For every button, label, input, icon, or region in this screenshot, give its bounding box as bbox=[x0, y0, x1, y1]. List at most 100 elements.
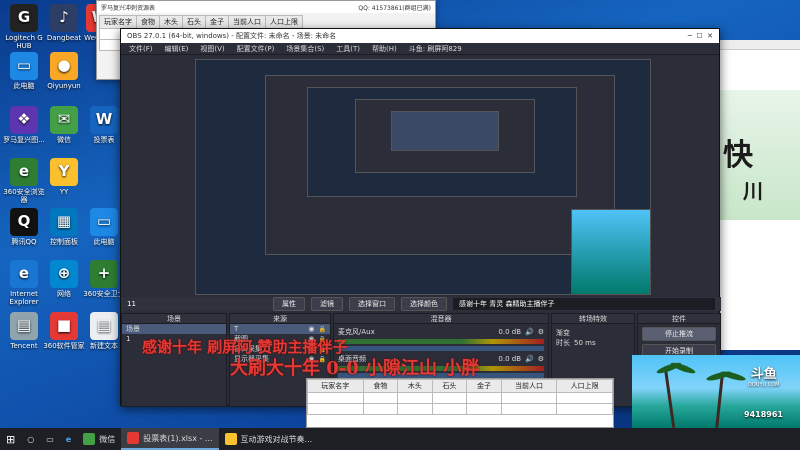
right-panel-toolbar bbox=[713, 40, 800, 50]
app-icon: ✉ bbox=[50, 106, 78, 134]
track-name: 麦克风/Aux bbox=[338, 328, 375, 336]
stop-streaming-button[interactable]: 停止推流 bbox=[642, 327, 716, 341]
mixer-header: 混音器 bbox=[334, 314, 548, 324]
volume-slider[interactable] bbox=[338, 346, 544, 351]
douyu-logo: 斗鱼 DOUYU.COM bbox=[748, 363, 780, 388]
app-icon: Y bbox=[50, 158, 78, 186]
resource-table-titlebar[interactable]: 罗马复兴冲刺资源表 QQ: 41573861(群组已满) bbox=[97, 1, 435, 13]
spreadsheet-table: 玩家名字 食物 木头 石头 金子 当前人口 人口上限 bbox=[307, 379, 613, 415]
app-icon: ♪ bbox=[50, 4, 78, 32]
obs-title: OBS 27.0.1 (64-bit, windows) - 配置文件: 未命名… bbox=[127, 32, 337, 40]
transition-type: 渐变 bbox=[556, 329, 570, 337]
gear-icon[interactable]: ⚙ bbox=[538, 328, 544, 336]
column-header: 食物 bbox=[136, 15, 160, 29]
nested-obs-3 bbox=[391, 111, 499, 151]
gear-icon[interactable]: ⚙ bbox=[538, 355, 544, 363]
column-header: 当前人口 bbox=[500, 379, 558, 393]
resource-table-subtitle: QQ: 41573861(群组已满) bbox=[358, 5, 431, 12]
controls-header: 控件 bbox=[638, 314, 720, 324]
right-panel-char-2: 川 bbox=[743, 179, 763, 203]
window-controls[interactable]: ─ ☐ ✕ bbox=[688, 32, 713, 40]
menu-item[interactable]: 文件(F) bbox=[129, 44, 153, 54]
desktop-icon-label: YY bbox=[59, 188, 69, 196]
danmaku-line-2: 大刷大十年 0-0 小隙江山 小胖 bbox=[230, 358, 480, 379]
select-color-button[interactable]: 选择颜色 bbox=[401, 297, 447, 311]
duration-label: 时长 bbox=[556, 339, 570, 347]
resource-table-title: 罗马复兴冲刺资源表 bbox=[101, 5, 156, 12]
volume-icon[interactable]: 🔊 bbox=[525, 355, 534, 363]
column-header: 金子 bbox=[205, 15, 229, 29]
task-view-button[interactable]: ▭ bbox=[40, 428, 60, 450]
taskbar-app[interactable]: 互动游戏对战节奏... bbox=[219, 428, 319, 450]
taskbar-app-label: 互动游戏对战节奏... bbox=[240, 434, 313, 444]
column-header: 人口上限 bbox=[556, 379, 613, 393]
search-icon: ○ bbox=[27, 434, 35, 444]
volume-icon[interactable]: 🔊 bbox=[525, 328, 534, 336]
mixer-track-header: 麦克风/Aux 0.0 dB 🔊 ⚙ bbox=[334, 327, 548, 337]
menu-item[interactable]: 场景集合(S) bbox=[286, 44, 324, 54]
app-icon: ▭ bbox=[90, 208, 118, 236]
app-icon: Q bbox=[10, 208, 38, 236]
douyu-logo-sub: DOUYU.COM bbox=[748, 382, 780, 388]
source-item[interactable]: T ◉ 🔒 bbox=[230, 324, 330, 334]
visibility-icon[interactable]: ◉ bbox=[308, 325, 314, 333]
obs-source-toolbar: 11 属性 滤镜 选择窗口 选择颜色 感谢十年 青灵 森精助主播伴子 bbox=[121, 297, 721, 311]
taskbar: ⊞ ○ ▭ e 微信 投票表(1).xlsx - ... 互动游戏对战节奏... bbox=[0, 428, 800, 450]
right-panel-char: 快 bbox=[723, 138, 753, 173]
menu-item[interactable]: 工具(T) bbox=[336, 44, 360, 54]
column-header: 玩家名字 bbox=[307, 379, 364, 393]
windows-icon: ⊞ bbox=[6, 432, 16, 446]
app-icon: + bbox=[90, 260, 118, 288]
obs-preview[interactable] bbox=[195, 59, 651, 295]
room-number: 9418961 bbox=[744, 410, 783, 419]
taskbar-app-label: 投票表(1).xlsx - ... bbox=[143, 433, 213, 443]
desktop-icon[interactable]: Y YY bbox=[40, 158, 88, 196]
app-icon: W bbox=[90, 106, 118, 134]
transitions-header: 转场特效 bbox=[552, 314, 634, 324]
obs-titlebar[interactable]: OBS 27.0.1 (64-bit, windows) - 配置文件: 未命名… bbox=[121, 29, 719, 43]
spreadsheet-window[interactable]: 玩家名字 食物 木头 石头 金子 当前人口 人口上限 bbox=[306, 378, 614, 428]
properties-button[interactable]: 属性 bbox=[273, 297, 305, 311]
column-header: 石头 bbox=[431, 379, 468, 393]
palm-trunk bbox=[663, 367, 676, 428]
select-window-button[interactable]: 选择窗口 bbox=[349, 297, 395, 311]
column-header: 玩家名字 bbox=[99, 15, 137, 29]
nested-video bbox=[571, 209, 651, 295]
column-header: 人口上限 bbox=[265, 15, 303, 29]
task-view-icon: ▭ bbox=[46, 434, 54, 444]
app-icon: ⊕ bbox=[50, 260, 78, 288]
app-icon: ■ bbox=[50, 312, 78, 340]
search-button[interactable]: ○ bbox=[21, 428, 40, 450]
menu-item[interactable]: 编辑(E) bbox=[165, 44, 189, 54]
scenes-dock: 场景 场景 1 bbox=[121, 313, 227, 407]
app-icon bbox=[224, 433, 237, 445]
track-level: 0.0 dB bbox=[498, 355, 521, 363]
start-button[interactable]: ⊞ bbox=[0, 428, 21, 450]
taskbar-app[interactable]: 投票表(1).xlsx - ... bbox=[121, 428, 219, 450]
menu-item[interactable]: 帮助(H) bbox=[372, 44, 397, 54]
app-icon: ❖ bbox=[10, 106, 38, 134]
menu-item[interactable]: 视图(V) bbox=[200, 44, 224, 54]
transition-duration[interactable]: 时长 50 ms bbox=[552, 338, 634, 348]
app-icon: e bbox=[10, 158, 38, 186]
palm-trunk bbox=[715, 374, 724, 428]
menu-item[interactable]: 斗鱼: 刷屏阿829 bbox=[409, 44, 462, 54]
filters-button[interactable]: 滤镜 bbox=[311, 297, 343, 311]
lock-icon[interactable]: 🔒 bbox=[319, 326, 326, 333]
marquee-text[interactable]: 感谢十年 青灵 森精助主播伴子 bbox=[453, 298, 715, 310]
transition-type-select[interactable]: 渐变 bbox=[552, 328, 634, 338]
sources-header: 来源 bbox=[230, 314, 330, 324]
column-header: 木头 bbox=[397, 379, 433, 393]
app-icon bbox=[127, 432, 140, 444]
taskbar-app[interactable]: 微信 bbox=[77, 428, 121, 450]
app-icon: ▤ bbox=[90, 312, 118, 340]
app-icon bbox=[83, 433, 96, 445]
desktop-icon[interactable]: ▭ 此电脑 bbox=[0, 52, 48, 90]
obs-menubar[interactable]: 文件(F) 编辑(E) 视图(V) 配置文件(P) 场景集合(S) 工具(T) 帮助(H) 斗… bbox=[121, 43, 719, 55]
ie-button[interactable]: e bbox=[60, 428, 77, 450]
resource-table-header: 玩家名字 食物 木头 石头 金子 当前人口 人口上限 bbox=[99, 15, 303, 29]
scene-item[interactable]: 场景 bbox=[122, 324, 226, 334]
menu-item[interactable]: 配置文件(P) bbox=[237, 44, 275, 54]
stream-video: 斗鱼 DOUYU.COM 9418961 bbox=[632, 355, 800, 428]
spreadsheet-header: 玩家名字 食物 木头 石头 金子 当前人口 人口上限 bbox=[307, 379, 613, 393]
